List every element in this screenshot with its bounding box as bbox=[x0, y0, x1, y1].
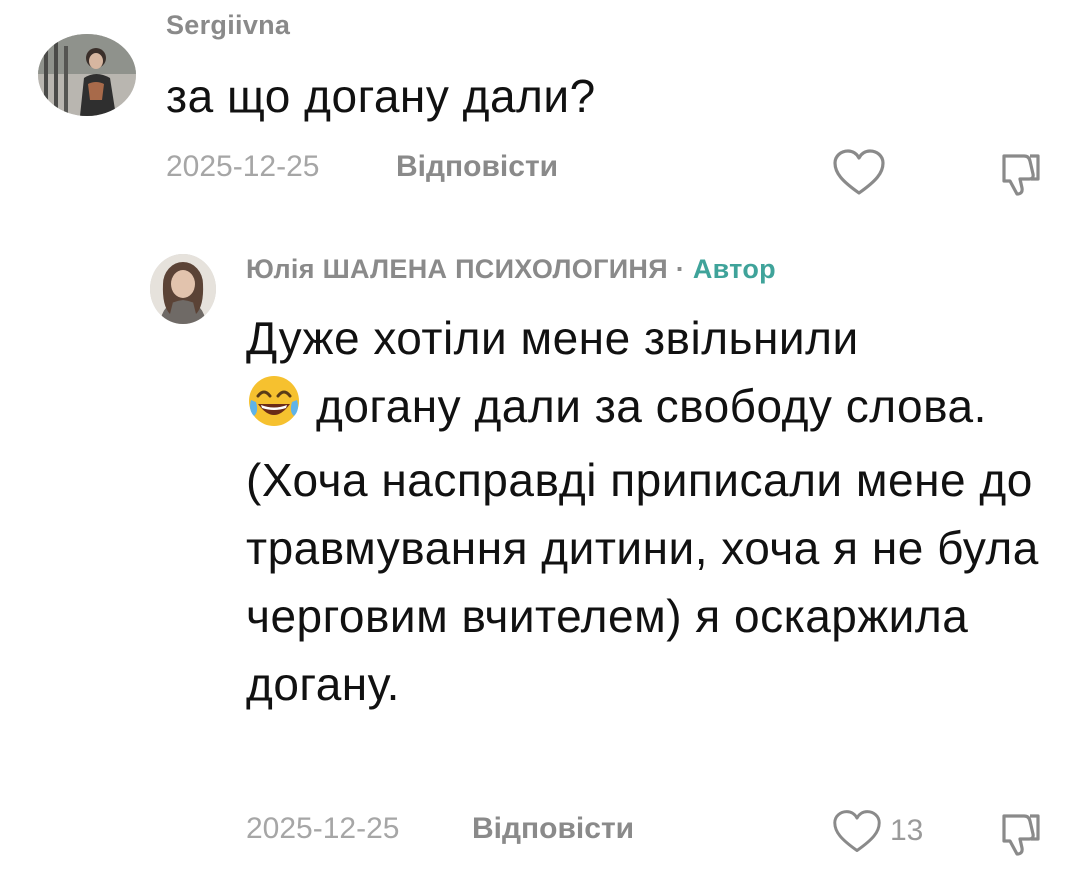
user-photo-avatar-icon bbox=[150, 254, 216, 324]
reply-text-line: Дуже хотіли мене звільнили bbox=[246, 312, 859, 364]
comment-date: 2025-12-25 bbox=[166, 150, 320, 183]
laughing-emoji-icon bbox=[246, 374, 302, 446]
reply-button[interactable]: Відповісти bbox=[396, 150, 558, 184]
reply-text: Дуже хотіли мене звільнили догану дали з… bbox=[246, 304, 1046, 718]
reply-username-line: Юлія ШАЛЕНА ПСИХОЛОГИНЯ · Автор bbox=[246, 254, 776, 285]
heart-outline-icon bbox=[833, 810, 881, 852]
reply-text-rest: догану дали за свободу слова. (Хоча насп… bbox=[246, 380, 1039, 710]
reply-dislike-button[interactable] bbox=[998, 810, 1042, 858]
thumbs-down-icon bbox=[1002, 154, 1040, 196]
reply-username[interactable]: Юлія ШАЛЕНА ПСИХОЛОГИНЯ bbox=[246, 254, 668, 284]
author-badge: Автор bbox=[692, 254, 776, 284]
thumbs-down-icon bbox=[1002, 814, 1040, 856]
comment-username[interactable]: Sergiivna bbox=[166, 10, 290, 41]
comment-text: за що догану дали? bbox=[166, 70, 596, 122]
user-photo-avatar-icon bbox=[38, 34, 136, 116]
reply-author-avatar[interactable] bbox=[150, 254, 216, 324]
dislike-button[interactable] bbox=[998, 150, 1042, 198]
separator-dot: · bbox=[675, 254, 686, 284]
like-button[interactable] bbox=[832, 148, 886, 198]
like-count: 13 bbox=[890, 814, 924, 847]
reply-like-button[interactable] bbox=[832, 808, 882, 858]
reply-button[interactable]: Відповісти bbox=[472, 812, 634, 846]
reply-text-body: догану дали за свободу слова. (Хоча насп… bbox=[246, 372, 1046, 718]
heart-outline-icon bbox=[833, 149, 885, 195]
commenter-avatar[interactable] bbox=[38, 34, 136, 116]
reply-date: 2025-12-25 bbox=[246, 812, 400, 845]
